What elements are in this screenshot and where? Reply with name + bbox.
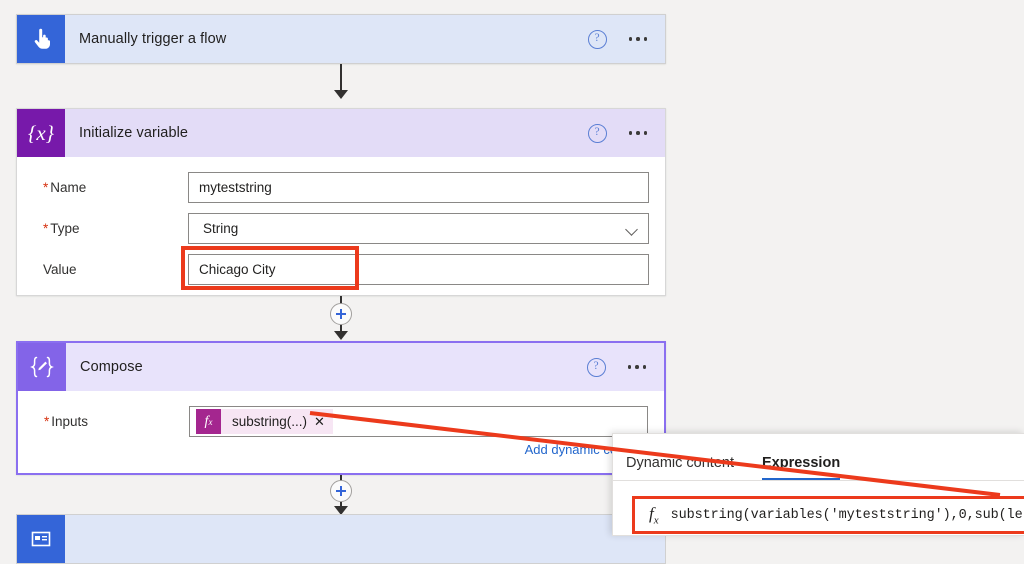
step-header[interactable]: Compose ? xyxy=(18,343,664,391)
form-row-inputs: *Inputs fx substring(...) ✕ xyxy=(18,401,664,442)
office-card-icon xyxy=(17,515,65,563)
inputs-field[interactable]: fx substring(...) ✕ xyxy=(189,406,648,437)
expression-input[interactable]: substring(variables('myteststring'),0,su… xyxy=(671,508,1023,523)
hand-tap-icon xyxy=(17,15,65,63)
header-actions: ? xyxy=(587,358,665,377)
remove-token-icon[interactable]: ✕ xyxy=(314,415,333,428)
more-menu-icon[interactable] xyxy=(629,37,648,41)
braces-x-icon: {x} xyxy=(17,109,65,157)
field-label-text: Name xyxy=(50,180,86,195)
step-header[interactable]: {x} Initialize variable ? xyxy=(17,109,665,157)
help-icon[interactable]: ? xyxy=(587,358,606,377)
required-asterisk: * xyxy=(44,414,49,429)
step-form: *Name myteststring *Type String Value Ch… xyxy=(17,157,665,290)
expression-token-label: substring(...) xyxy=(221,414,314,429)
more-menu-icon[interactable] xyxy=(628,365,647,369)
field-label-inputs: *Inputs xyxy=(44,414,189,429)
braces-pencil-icon xyxy=(18,343,66,391)
step-form: *Inputs fx substring(...) ✕ Add dynamic … xyxy=(18,391,664,442)
connector-line xyxy=(340,64,342,92)
header-actions: ? xyxy=(588,124,666,143)
flow-canvas: Manually trigger a flow ? {x} Initialize… xyxy=(0,0,1024,536)
more-menu-icon[interactable] xyxy=(629,131,648,135)
required-asterisk: * xyxy=(43,180,48,195)
form-row-value: Value Chicago City xyxy=(17,249,665,290)
value-input[interactable]: Chicago City xyxy=(188,254,649,285)
flow-step-initialize-variable[interactable]: {x} Initialize variable ? *Name mytestst… xyxy=(16,108,666,296)
step-title: Compose xyxy=(66,359,587,375)
help-icon[interactable]: ? xyxy=(588,30,607,49)
step-title: Initialize variable xyxy=(65,125,588,141)
dynamic-content-expression-popup: Dynamic content Expression fx substring(… xyxy=(612,433,1024,536)
fx-icon: fx xyxy=(196,409,221,434)
flow-step-next[interactable] xyxy=(16,514,666,564)
step-header[interactable]: Manually trigger a flow ? xyxy=(17,15,665,63)
field-label-type: *Type xyxy=(43,221,188,236)
value-field-wrapper: Chicago City xyxy=(188,254,649,285)
field-label-text: Inputs xyxy=(51,414,88,429)
tab-dynamic-content[interactable]: Dynamic content xyxy=(626,455,734,480)
popup-tabs: Dynamic content Expression xyxy=(613,434,1024,480)
header-actions: ? xyxy=(588,30,666,49)
field-label-value: Value xyxy=(43,262,188,277)
step-title: Manually trigger a flow xyxy=(65,31,588,47)
add-step-button[interactable] xyxy=(330,303,352,325)
expression-editor-box[interactable]: fx substring(variables('myteststring'),0… xyxy=(632,496,1024,534)
connector-arrow-icon xyxy=(334,90,348,99)
connector-arrow-icon xyxy=(334,331,348,340)
field-label-name: *Name xyxy=(43,180,188,195)
braces-x-glyph: {x} xyxy=(28,121,54,146)
form-row-type: *Type String xyxy=(17,208,665,249)
expression-token[interactable]: fx substring(...) ✕ xyxy=(196,409,333,434)
step-header[interactable] xyxy=(17,515,665,563)
chevron-down-icon xyxy=(625,223,638,236)
type-dropdown-value: String xyxy=(203,221,238,236)
help-icon[interactable]: ? xyxy=(588,124,607,143)
name-input[interactable]: myteststring xyxy=(188,172,649,203)
add-step-button[interactable] xyxy=(330,480,352,502)
field-label-text: Type xyxy=(50,221,79,236)
type-dropdown[interactable]: String xyxy=(188,213,649,244)
form-row-name: *Name myteststring xyxy=(17,167,665,208)
flow-step-compose[interactable]: Compose ? *Inputs fx substring(...) ✕ xyxy=(16,341,666,475)
tab-expression[interactable]: Expression xyxy=(762,455,840,480)
required-asterisk: * xyxy=(43,221,48,236)
fx-icon: fx xyxy=(635,504,671,526)
popup-divider xyxy=(613,480,1024,481)
flow-step-trigger[interactable]: Manually trigger a flow ? xyxy=(16,14,666,64)
